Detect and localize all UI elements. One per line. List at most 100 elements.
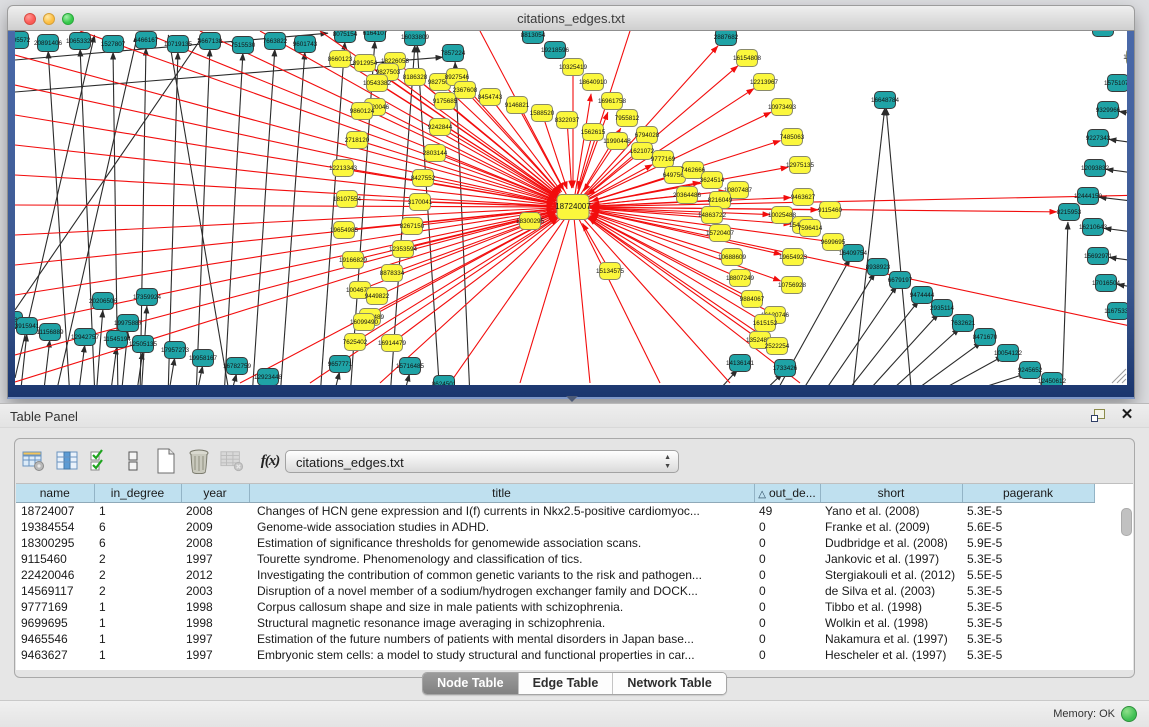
table-cell[interactable]: 2 [94,567,181,583]
graph-node[interactable]: 18640910 [579,74,608,91]
table-cell[interactable]: 2009 [181,519,249,535]
graph-node[interactable]: 9777169 [651,151,676,168]
table-cell[interactable]: 0 [754,567,820,583]
graph-node[interactable]: 12353594 [389,241,418,258]
graph-node[interactable]: 15716485 [396,358,425,375]
column-header-out-de-[interactable]: △out_de... [754,484,820,503]
graph-node[interactable]: 7857224 [441,45,466,62]
graph-node[interactable]: 8813054 [521,27,546,44]
graph-node[interactable]: 9329966 [1096,102,1121,119]
column-header-in-degree[interactable]: in_degree [94,484,181,503]
graph-node[interactable]: 9449822 [365,288,390,305]
table-cell[interactable]: 0 [754,519,820,535]
table-cell[interactable]: 1 [94,615,181,631]
table-cell[interactable]: 2008 [181,503,249,520]
graph-node[interactable]: 8267150 [400,218,425,235]
table-cell[interactable]: 9463627 [16,647,94,663]
graph-node[interactable]: 9242844 [428,119,453,136]
table-cell[interactable]: Tourette syndrome. Phenomenology and cla… [249,551,754,567]
table-cell[interactable]: Yano et al. (2008) [820,503,962,520]
graph-node[interactable]: 12093832 [1081,160,1110,177]
graph-node[interactable]: 12450612 [1038,373,1067,390]
table-cell[interactable]: 1 [94,647,181,663]
graph-node[interactable]: 16154808 [733,50,762,67]
graph-node[interactable]: 1615152 [753,315,778,332]
graph-node[interactable]: 1733426 [773,360,798,377]
graph-node[interactable]: 10543382 [363,75,392,92]
table-cell[interactable]: 5.3E-5 [962,583,1094,599]
graph-node[interactable]: 15134575 [596,263,625,280]
table-cell[interactable]: Corpus callosum shape and size in male p… [249,599,754,615]
graph-node[interactable]: 17359924 [133,289,162,306]
graph-node[interactable]: 8075154 [333,26,358,43]
table-cell[interactable]: 0 [754,583,820,599]
table-cell[interactable]: 49 [754,503,820,520]
table-cell[interactable]: Jankovic et al. (1997) [820,551,962,567]
table-row[interactable]: 977716911998Corpus callosum shape and si… [16,599,1094,615]
graph-node[interactable]: 18300295 [516,213,545,230]
graph-node[interactable]: 9699695 [821,234,846,251]
graph-node[interactable]: 8471670 [973,329,998,346]
graph-node[interactable]: 14136141 [726,355,755,372]
table-cell[interactable]: 0 [754,599,820,615]
table-cell[interactable]: 1997 [181,551,249,567]
graph-node[interactable]: 19958167 [189,350,218,367]
table-cell[interactable]: 1997 [181,631,249,647]
graph-node[interactable]: 12923448 [254,369,283,386]
graph-node[interactable]: 19654985 [330,222,359,239]
graph-node[interactable]: 20364486 [673,187,702,204]
graph-node[interactable]: 9175685 [433,93,458,110]
close-panel-icon[interactable]: ✕ [1119,407,1135,423]
column-header-name[interactable]: name [16,484,94,503]
graph-node[interactable]: 15720407 [706,225,735,242]
graph-node[interactable]: 9463627 [791,189,816,206]
table-cell[interactable]: 18300295 [16,535,94,551]
panel-collapse-arrow-icon[interactable] [566,396,578,402]
table-cell[interactable]: Wolkin et al. (1998) [820,615,962,631]
table-cell[interactable]: Estimation of the future numbers of pati… [249,631,754,647]
graph-node[interactable]: 9474444 [910,287,935,304]
graph-node[interactable]: 4667138 [198,33,223,50]
table-cell[interactable]: Investigating the contribution of common… [249,567,754,583]
graph-node[interactable]: 7632621 [951,315,976,332]
column-header-pagerank[interactable]: pagerank [962,484,1094,503]
table-cell[interactable]: Tibbo et al. (1998) [820,599,962,615]
graph-node[interactable]: 7485063 [780,129,805,146]
graph-node[interactable]: 8624501 [432,376,457,393]
table-cell[interactable]: 2 [94,551,181,567]
graph-node[interactable]: 15751074 [1104,75,1133,92]
graph-node[interactable]: 2367608 [453,82,478,99]
graph-node[interactable]: 12942757 [71,329,100,346]
graph-node[interactable]: 7625402 [343,334,368,351]
table-cell[interactable]: 5.9E-5 [962,535,1094,551]
graph-node[interactable]: 10325419 [559,59,588,76]
graph-node[interactable]: 6679197 [888,272,913,289]
table-cell[interactable]: 19384554 [16,519,94,535]
table-cell[interactable]: 5.3E-5 [962,503,1094,520]
graph-node[interactable]: 9245652 [1018,362,1043,379]
graph-node[interactable]: 12213343 [329,160,358,177]
graph-node[interactable]: 9884067 [740,291,765,308]
table-cell[interactable]: 2003 [181,583,249,599]
graph-node[interactable]: 8572314 [1091,20,1116,37]
function-builder-button[interactable]: f(x) [253,447,287,475]
graph-node[interactable]: 8660123 [328,51,353,68]
graph-node[interactable]: 8938923 [866,259,891,276]
table-scrollbar-thumb[interactable] [1121,508,1132,536]
graph-node[interactable]: 11990448 [603,133,631,150]
table-cell[interactable]: 22420046 [16,567,94,583]
graph-node[interactable]: 1527807 [101,36,126,53]
graph-node[interactable]: 18807249 [726,270,755,287]
graph-node[interactable]: 12505135 [129,336,158,353]
table-cell[interactable]: 9465546 [16,631,94,647]
table-cell[interactable]: 1 [94,503,181,520]
graph-node[interactable]: 8322037 [555,112,580,129]
graph-node[interactable]: 16914479 [378,335,407,352]
graph-node[interactable]: 9657771 [328,356,353,373]
network-canvas[interactable]: 4605572208914061065332715278076466167107… [0,0,1149,403]
table-cell[interactable]: 1998 [181,599,249,615]
table-row[interactable]: 2242004622012Investigating the contribut… [16,567,1094,583]
table-cell[interactable]: 6 [94,519,181,535]
table-cell[interactable]: Stergiakouli et al. (2012) [820,567,962,583]
table-cell[interactable]: 2008 [181,535,249,551]
